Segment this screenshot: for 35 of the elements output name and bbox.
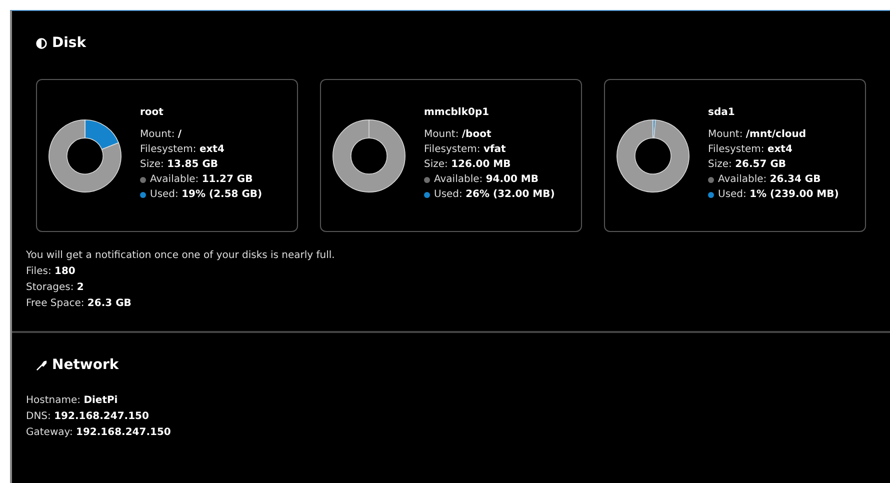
disk-name: sda1 (708, 107, 736, 118)
info-text: Available: 94.00 MB (434, 174, 538, 185)
info-text: Mount: /boot (424, 129, 492, 140)
legend-dot (140, 192, 146, 198)
section-title: Disk (52, 35, 86, 51)
wrench-icon (36, 360, 47, 370)
info-text: Available: 26.34 GB (718, 174, 821, 185)
info-text: Free Space: 26.3 GB (26, 298, 132, 309)
legend-dot (424, 176, 430, 182)
info-text: Mount: / (140, 129, 182, 140)
info-text: You will get a notification once one of your disks is nearly full. (26, 250, 336, 261)
legend-dot (140, 176, 146, 182)
info-text: Size: 26.57 GB (708, 159, 786, 170)
info-text: Available: 11.27 GB (150, 174, 253, 185)
info-text: Used: 19% (2.58 GB) (150, 189, 262, 200)
info-text: Filesystem: ext4 (140, 144, 224, 155)
disk-name: mmcblk0p1 (424, 107, 490, 118)
legend-dot (708, 176, 714, 182)
info-text: Filesystem: ext4 (708, 144, 792, 155)
info-text: Gateway: 192.168.247.150 (26, 427, 172, 438)
info-text: Size: 13.85 GB (140, 159, 218, 170)
info-text: Files: 180 (26, 266, 76, 277)
section-title: Network (52, 357, 119, 373)
info-text: DNS: 192.168.247.150 (26, 411, 150, 422)
legend-dot (424, 192, 430, 198)
info-text: Filesystem: vfat (424, 144, 506, 155)
info-text: Used: 1% (239.00 MB) (718, 189, 839, 200)
disk-name: root (140, 107, 164, 118)
half-circle-icon (36, 38, 47, 48)
info-text: Hostname: DietPi (26, 395, 119, 406)
info-text: Size: 126.00 MB (424, 159, 511, 170)
info-text: Used: 26% (32.00 MB) (434, 189, 555, 200)
legend-dot (708, 192, 714, 198)
info-text: Storages: 2 (26, 282, 85, 293)
info-text: Mount: /mnt/cloud (708, 129, 806, 140)
